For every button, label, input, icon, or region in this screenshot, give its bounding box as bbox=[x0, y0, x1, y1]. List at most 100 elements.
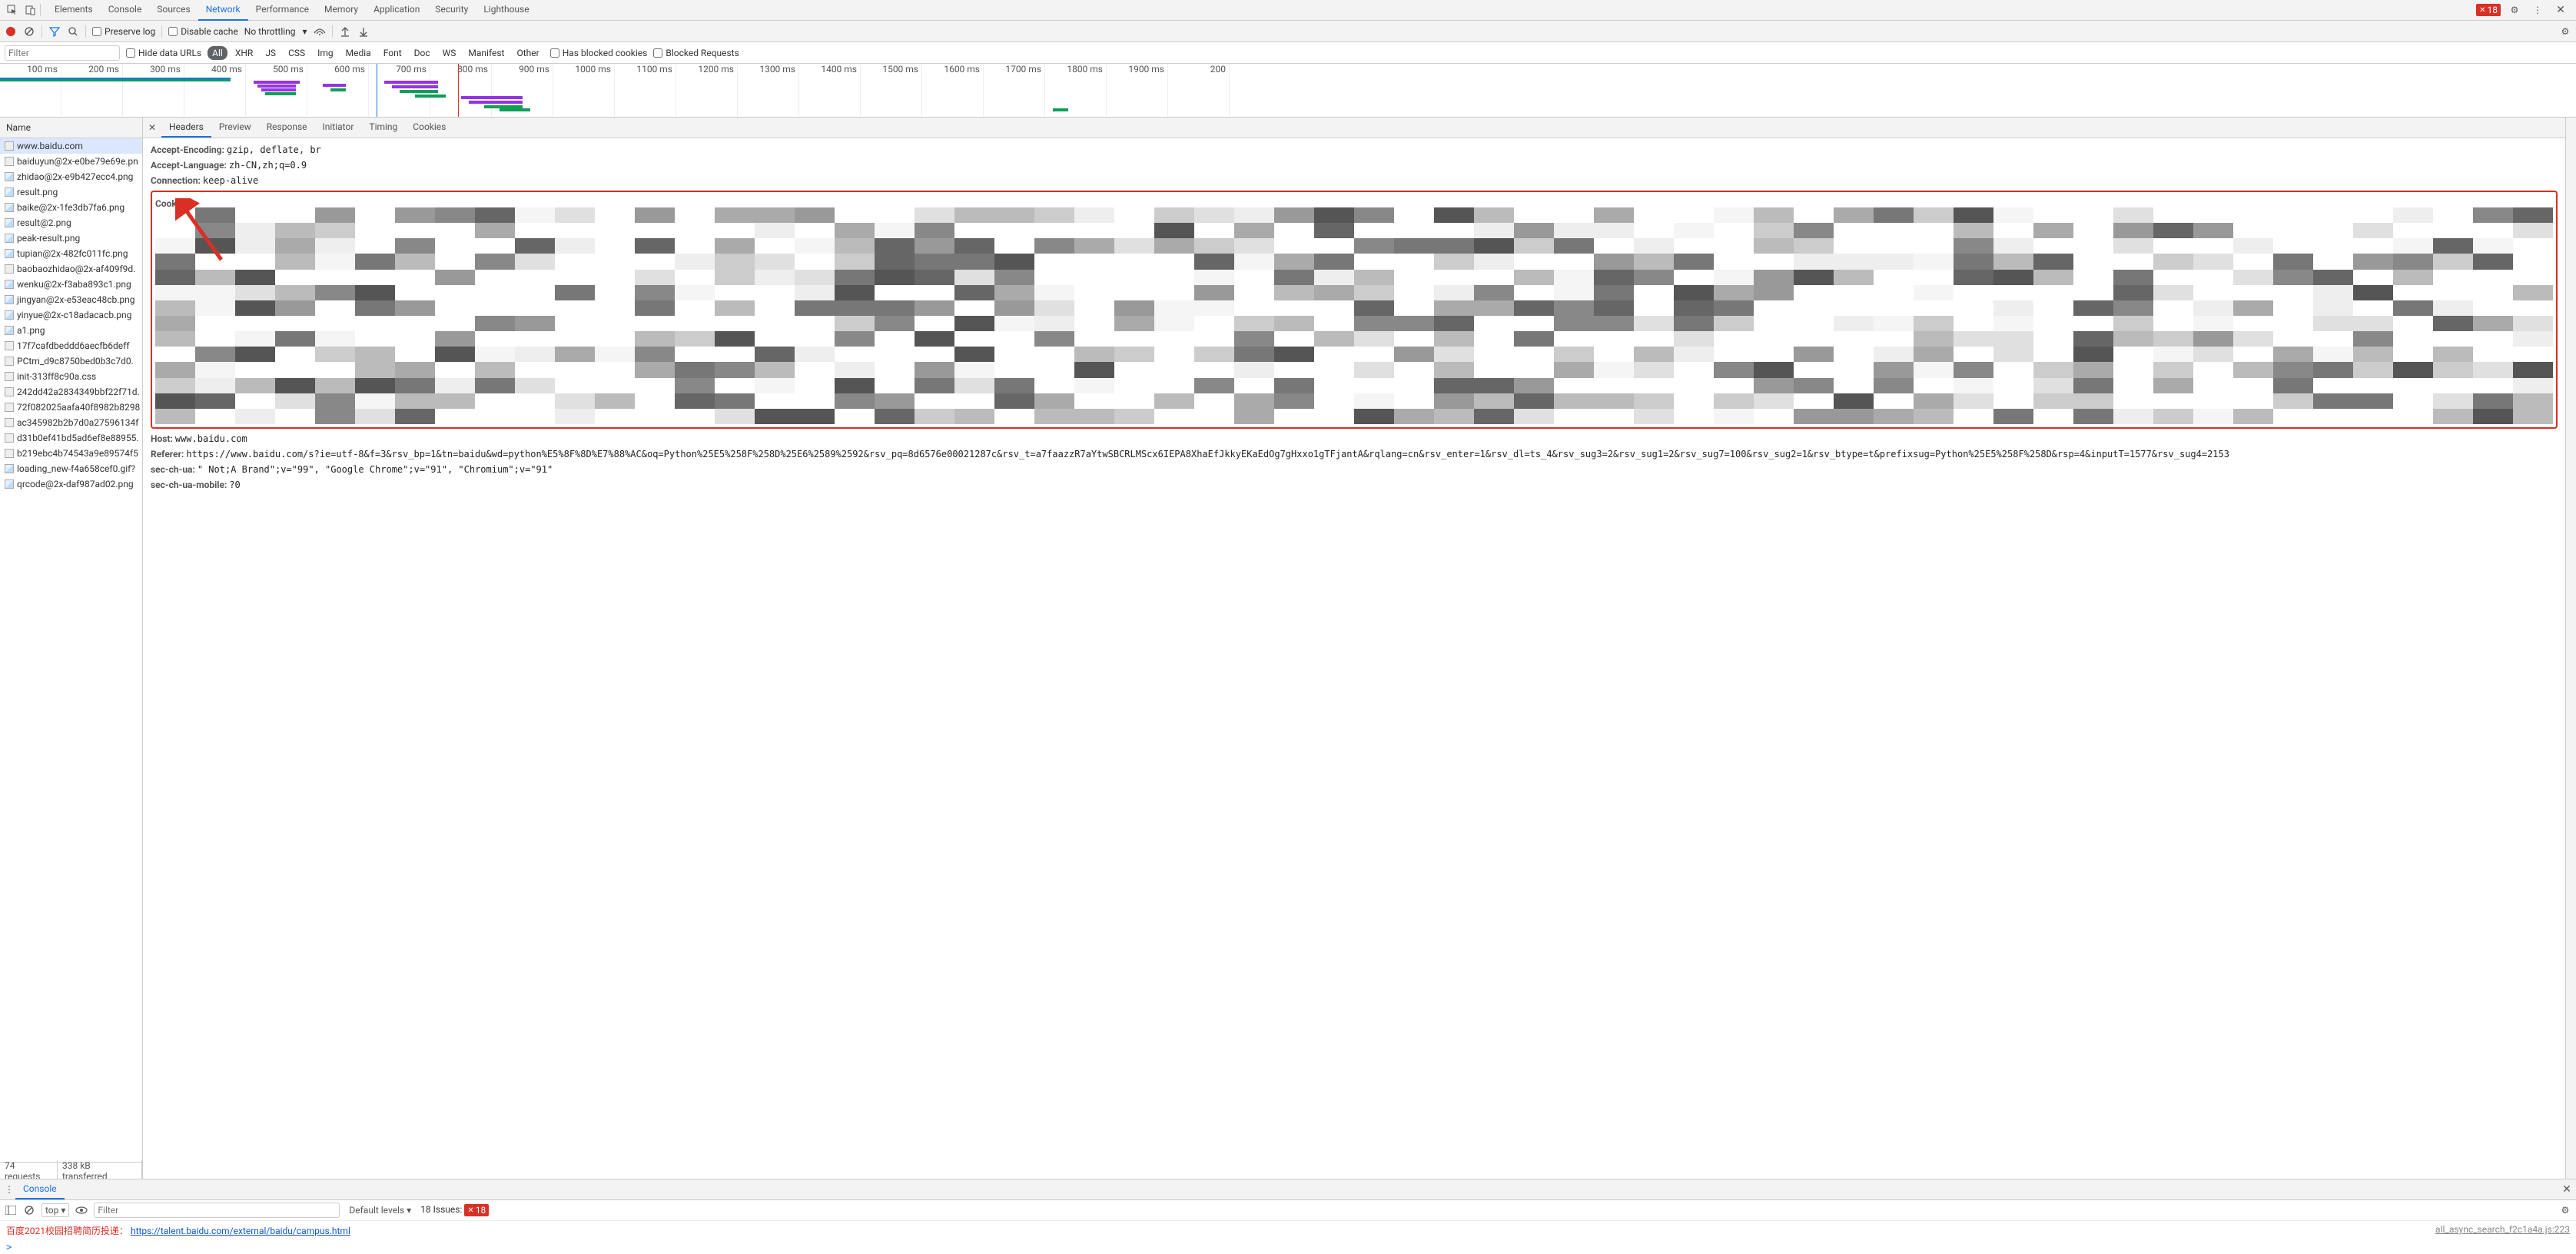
headers-body[interactable]: Accept-Encoding: gzip, deflate, brAccept… bbox=[143, 138, 2565, 1179]
request-row[interactable]: www.baidu.com bbox=[0, 138, 142, 154]
more-vert-icon[interactable]: ⋮ bbox=[2531, 4, 2544, 16]
detail-tab-response[interactable]: Response bbox=[259, 118, 315, 138]
inspect-element-icon[interactable] bbox=[6, 4, 18, 16]
export-har-icon[interactable] bbox=[357, 25, 370, 38]
type-pill-other[interactable]: Other bbox=[512, 46, 543, 60]
network-settings-gear-icon[interactable]: ⚙ bbox=[2559, 25, 2571, 38]
detail-tab-initiator[interactable]: Initiator bbox=[315, 118, 362, 138]
filter-input[interactable] bbox=[5, 45, 120, 61]
log-source-link[interactable]: all_async_search_f2c1a4a.js:223 bbox=[2435, 1224, 2570, 1237]
log-message-link[interactable]: https://talent.baidu.com/external/baidu/… bbox=[131, 1226, 350, 1236]
tab-elements[interactable]: Elements bbox=[47, 0, 101, 21]
device-toolbar-icon[interactable] bbox=[25, 4, 37, 16]
scrollbar[interactable] bbox=[2565, 118, 2576, 1179]
detail-tab-preview[interactable]: Preview bbox=[211, 118, 259, 138]
request-row[interactable]: peak-result.png bbox=[0, 231, 142, 246]
type-pill-js[interactable]: JS bbox=[261, 46, 281, 60]
request-row[interactable]: loading_new-f4a658cef0.gif? bbox=[0, 461, 142, 476]
tab-sources[interactable]: Sources bbox=[149, 0, 198, 21]
request-row[interactable]: init-313ff8c90a.css bbox=[0, 369, 142, 384]
console-tab[interactable]: Console bbox=[15, 1179, 65, 1199]
throttling-select[interactable]: No throttling ▾ bbox=[244, 26, 307, 37]
network-toolbar: Preserve log Disable cache No throttling… bbox=[0, 21, 2576, 42]
preserve-log-checkbox[interactable]: Preserve log bbox=[92, 26, 155, 37]
request-row[interactable]: 72f082025aafa40f8982b8298 bbox=[0, 400, 142, 415]
request-row[interactable]: zhidao@2x-e9b427ecc4.png bbox=[0, 169, 142, 184]
detail-tab-cookies[interactable]: Cookies bbox=[405, 118, 453, 138]
type-pill-xhr[interactable]: XHR bbox=[231, 46, 257, 60]
type-pill-doc[interactable]: Doc bbox=[410, 46, 435, 60]
clear-console-icon[interactable] bbox=[23, 1204, 35, 1216]
close-devtools-icon[interactable]: ✕ bbox=[2554, 4, 2567, 16]
issues-badge[interactable]: ✕ 18 bbox=[2476, 4, 2501, 16]
close-drawer-icon[interactable]: ✕ bbox=[2561, 1183, 2573, 1196]
request-row[interactable]: tupian@2x-482fc011fc.png bbox=[0, 246, 142, 261]
console-settings-gear-icon[interactable]: ⚙ bbox=[2559, 1204, 2571, 1216]
record-button[interactable] bbox=[5, 25, 17, 38]
type-pill-all[interactable]: All bbox=[207, 46, 227, 60]
disable-cache-checkbox[interactable]: Disable cache bbox=[168, 26, 238, 37]
request-row[interactable]: 17f7cafdbeddd6aecfb6deff bbox=[0, 338, 142, 353]
type-pill-img[interactable]: Img bbox=[313, 46, 338, 60]
has-blocked-cookies-checkbox[interactable]: Has blocked cookies bbox=[550, 48, 648, 58]
issues-label[interactable]: 18 Issues: ✕ 18 bbox=[420, 1204, 489, 1217]
tab-network[interactable]: Network bbox=[198, 0, 248, 21]
type-pill-manifest[interactable]: Manifest bbox=[463, 46, 509, 60]
request-row[interactable]: qrcode@2x-daf987ad02.png bbox=[0, 476, 142, 492]
request-name: result.png bbox=[17, 187, 58, 197]
request-name: result@2.png bbox=[17, 217, 71, 228]
request-row[interactable]: a1.png bbox=[0, 323, 142, 338]
request-row[interactable]: baobaozhidao@2x-af409f9d. bbox=[0, 261, 142, 277]
tab-lighthouse[interactable]: Lighthouse bbox=[476, 0, 536, 21]
request-row[interactable]: result@2.png bbox=[0, 215, 142, 231]
context-select[interactable]: top ▾ bbox=[41, 1203, 69, 1217]
timeline-overview[interactable]: 100 ms200 ms300 ms400 ms500 ms600 ms700 … bbox=[0, 64, 2576, 118]
request-row[interactable]: result.png bbox=[0, 184, 142, 200]
tab-performance[interactable]: Performance bbox=[248, 0, 317, 21]
request-row[interactable]: wenku@2x-f3aba893c1.png bbox=[0, 277, 142, 292]
request-row[interactable]: 242dd42a2834349bbf22f71d. bbox=[0, 384, 142, 400]
close-detail-icon[interactable]: ✕ bbox=[143, 122, 161, 133]
search-icon[interactable] bbox=[67, 25, 79, 38]
type-pill-css[interactable]: CSS bbox=[284, 46, 310, 60]
type-pill-font[interactable]: Font bbox=[379, 46, 407, 60]
request-list-header[interactable]: Name bbox=[0, 118, 142, 138]
hide-data-urls-checkbox[interactable]: Hide data URLs bbox=[126, 48, 201, 58]
detail-tab-headers[interactable]: Headers bbox=[161, 118, 211, 138]
log-levels-select[interactable]: Default levels ▾ bbox=[346, 1204, 414, 1216]
request-row[interactable]: b219ebc4b74543a9e89574f5 bbox=[0, 446, 142, 461]
drawer-menu-icon[interactable]: ⋮ bbox=[3, 1183, 15, 1196]
clear-button[interactable] bbox=[23, 25, 35, 38]
type-pill-ws[interactable]: WS bbox=[438, 46, 461, 60]
request-row[interactable]: baiduyun@2x-e0be79e69e.pn bbox=[0, 154, 142, 169]
request-name: www.baidu.com bbox=[17, 141, 83, 151]
request-row[interactable]: ac345982b2b7d0a27596134f bbox=[0, 415, 142, 430]
tab-memory[interactable]: Memory bbox=[317, 0, 366, 21]
file-type-icon bbox=[5, 479, 14, 489]
console-sidebar-toggle-icon[interactable] bbox=[5, 1204, 17, 1216]
console-log-row: 百度2021校园招聘简历投递： https://talent.baidu.com… bbox=[0, 1221, 2576, 1240]
request-list[interactable]: www.baidu.com baiduyun@2x-e0be79e69e.pnzh… bbox=[0, 138, 142, 1162]
header-row: Referer: https://www.baidu.com/s?ie=utf-… bbox=[151, 447, 2558, 461]
live-expression-icon[interactable] bbox=[75, 1204, 88, 1216]
tab-console[interactable]: Console bbox=[101, 0, 150, 21]
file-type-icon bbox=[5, 449, 14, 458]
request-row[interactable]: jingyan@2x-e53eac48cb.png bbox=[0, 292, 142, 307]
cookie-highlight-box: Cookie: bbox=[151, 191, 2558, 429]
blocked-requests-checkbox[interactable]: Blocked Requests bbox=[653, 48, 739, 58]
settings-gear-icon[interactable]: ⚙ bbox=[2508, 4, 2521, 16]
network-conditions-icon[interactable] bbox=[314, 25, 326, 38]
tab-application[interactable]: Application bbox=[366, 0, 427, 21]
type-pill-media[interactable]: Media bbox=[341, 46, 376, 60]
import-har-icon[interactable] bbox=[339, 25, 351, 38]
tab-security[interactable]: Security bbox=[427, 0, 476, 21]
request-name: wenku@2x-f3aba893c1.png bbox=[17, 279, 131, 290]
console-filter-input[interactable] bbox=[94, 1203, 340, 1218]
detail-tab-timing[interactable]: Timing bbox=[361, 118, 405, 138]
console-prompt[interactable]: > bbox=[0, 1240, 2576, 1254]
filter-toggle-icon[interactable] bbox=[48, 25, 61, 38]
request-row[interactable]: baike@2x-1fe3db7fa6.png bbox=[0, 200, 142, 215]
request-row[interactable]: d31b0ef41bd5ad6ef8e88955. bbox=[0, 430, 142, 446]
request-row[interactable]: PCtm_d9c8750bed0b3c7d0. bbox=[0, 353, 142, 369]
request-row[interactable]: yinyue@2x-c18adacacb.png bbox=[0, 307, 142, 323]
